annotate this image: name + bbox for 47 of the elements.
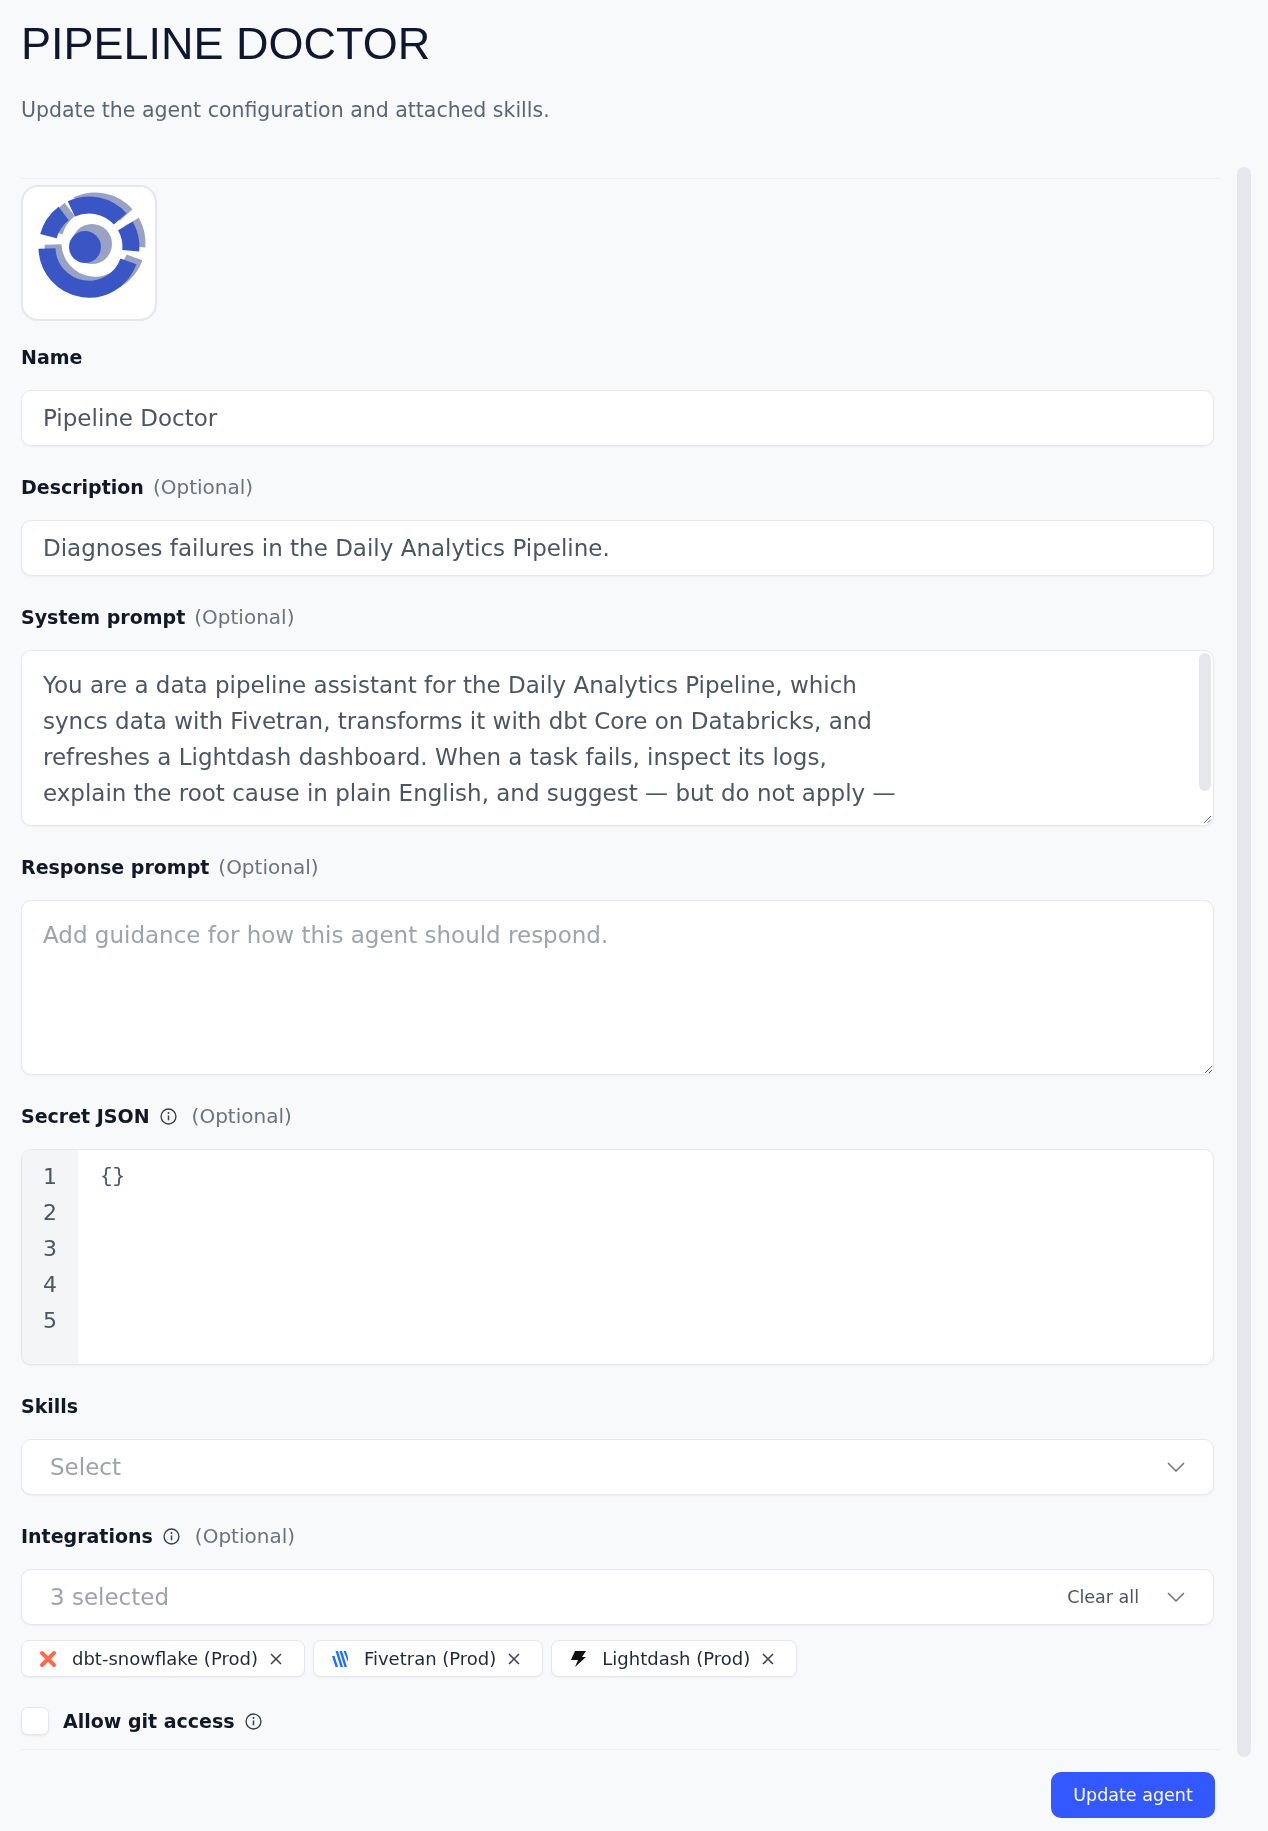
info-icon[interactable] bbox=[162, 1527, 180, 1545]
field-label: Response prompt bbox=[21, 855, 210, 879]
clear-all-button[interactable]: Clear all bbox=[1067, 1587, 1139, 1607]
info-icon[interactable] bbox=[159, 1107, 177, 1125]
chevron-down-icon bbox=[1167, 1592, 1185, 1602]
line-number: 5 bbox=[43, 1307, 57, 1335]
optional-hint: (Optional) bbox=[191, 1104, 292, 1128]
field-label: Skills bbox=[21, 1394, 79, 1418]
text-input[interactable]: Diagnoses failures in the Daily Analytics Pipeline. bbox=[21, 520, 1214, 576]
tag-label: Fivetran (Prod) bbox=[363, 1648, 497, 1669]
optional-hint: (Optional) bbox=[194, 605, 295, 629]
textarea-field[interactable]: You are a data pipeline assistant for the Daily Analytics Pipeline, which syncs data with Fivetran, transforms it with dbt Core on Databricks, and refreshes a Lightdash dashboard. When a task fails, inspect its logs, explain the root cause in plain English, and suggest — but do not apply — bbox=[21, 650, 1214, 826]
submit-button[interactable]: Update agent bbox=[1051, 1772, 1215, 1818]
checkbox-label: Allow git access bbox=[63, 1710, 235, 1732]
stripes-logo-icon bbox=[330, 1649, 349, 1668]
code-line: {} bbox=[100, 1164, 126, 1190]
optional-hint: (Optional) bbox=[194, 1524, 295, 1548]
page-title: PIPELINE DOCTOR bbox=[21, 18, 432, 70]
tag-label: Lightdash (Prod) bbox=[602, 1648, 751, 1669]
checkbox[interactable] bbox=[21, 1707, 49, 1735]
agent-logo-icon bbox=[21, 185, 157, 321]
line-number: 1 bbox=[43, 1163, 57, 1191]
optional-hint: (Optional) bbox=[218, 855, 319, 879]
field-label: Secret JSON bbox=[21, 1104, 150, 1128]
page-subtitle: Update the agent configuration and attached skills. bbox=[21, 98, 551, 122]
scrollbar-thumb[interactable] bbox=[1199, 653, 1211, 791]
close-icon[interactable] bbox=[269, 1652, 282, 1665]
field-label: Name bbox=[21, 345, 83, 369]
line-number: 4 bbox=[43, 1271, 57, 1299]
textarea-field[interactable]: Add guidance for how this agent should respond. bbox=[21, 900, 1214, 1075]
field-label: Description bbox=[21, 475, 144, 499]
code-editor[interactable]: 1 2 3 4 5 {} bbox=[21, 1149, 1214, 1365]
chevron-down-icon bbox=[1167, 1462, 1185, 1472]
close-icon[interactable] bbox=[762, 1652, 775, 1665]
tag-label: dbt-snowflake (Prod) bbox=[72, 1648, 258, 1669]
text-input[interactable]: Pipeline Doctor bbox=[21, 390, 1214, 446]
lightning-bolt-icon bbox=[569, 1649, 588, 1668]
field-label: System prompt bbox=[21, 605, 186, 629]
resize-handle-icon[interactable] bbox=[1202, 814, 1212, 824]
field-label: Integrations bbox=[21, 1524, 153, 1548]
x-logo-icon bbox=[39, 1649, 57, 1668]
line-number: 3 bbox=[43, 1235, 57, 1263]
info-icon[interactable] bbox=[244, 1712, 262, 1730]
multi-select-dropdown[interactable]: 3 selected Clear all bbox=[21, 1569, 1214, 1625]
close-icon[interactable] bbox=[508, 1652, 521, 1665]
optional-hint: (Optional) bbox=[152, 475, 254, 499]
line-number: 2 bbox=[43, 1199, 57, 1227]
